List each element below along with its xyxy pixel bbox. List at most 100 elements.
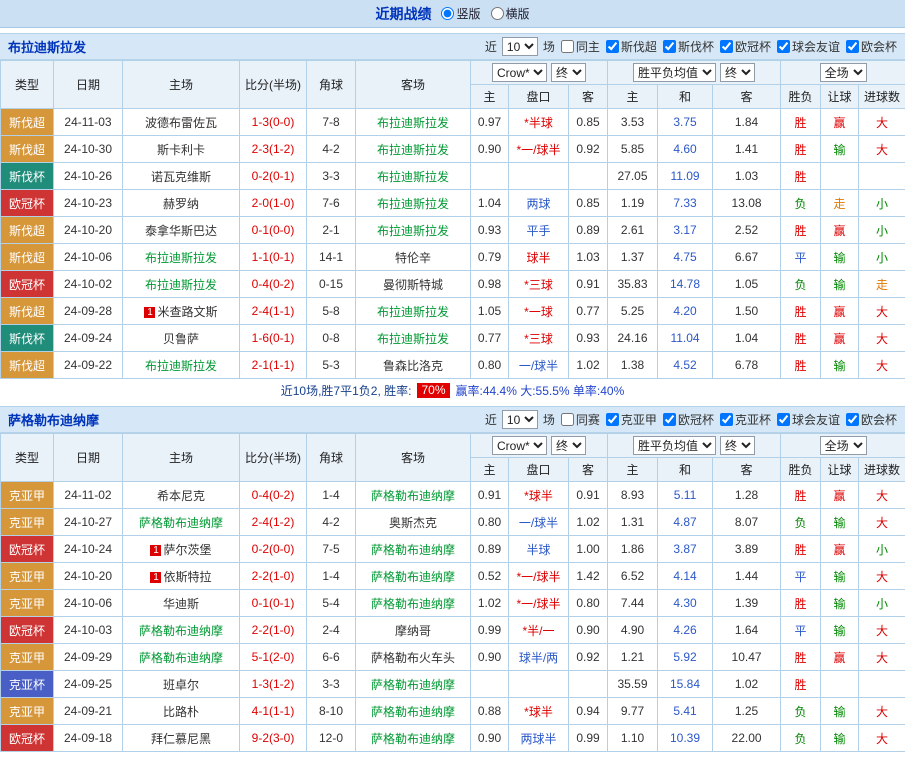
league-filter-checkbox[interactable] (777, 413, 790, 426)
match-row: 斯伐超24-10-30斯卡利卡2-3(1-2)4-2布拉迪斯拉发0.90*一/球… (1, 136, 905, 163)
layout-option-vertical[interactable]: 竖版 (441, 5, 480, 22)
ah-line: 平手 (509, 217, 569, 244)
ah-final-select[interactable]: 终 (551, 63, 586, 82)
ah-away-odds: 1.02 (569, 509, 608, 536)
scope-select[interactable]: 全场 (820, 63, 867, 82)
result-winlose: 胜 (781, 217, 821, 244)
avg-draw-odds: 4.14 (658, 563, 713, 590)
league-filter-checkbox[interactable] (606, 413, 619, 426)
league-filter[interactable]: 克亚杯 (719, 411, 771, 428)
match-score: 9-2(3-0) (240, 725, 307, 752)
result-goals (859, 163, 905, 190)
home-team: 1米查路文斯 (123, 298, 240, 325)
league-filter-checkbox[interactable] (606, 40, 619, 53)
match-date: 24-09-25 (54, 671, 123, 698)
league-filter[interactable]: 球会友谊 (776, 411, 840, 428)
ah-home-odds: 0.77 (471, 325, 509, 352)
col-header-handicap: 让球 (821, 85, 859, 109)
away-team-name: 摩纳哥 (395, 624, 431, 638)
league-filter[interactable]: 欧冠杯 (719, 38, 771, 55)
avg-draw-odds: 7.33 (658, 190, 713, 217)
avg-home-odds: 9.77 (608, 698, 658, 725)
match-row: 斯伐杯24-10-26诺瓦克维斯0-2(0-1)3-3布拉迪斯拉发27.0511… (1, 163, 905, 190)
odds-company-select[interactable]: Crow* (492, 436, 547, 455)
avg-away-odds: 1.05 (713, 271, 781, 298)
league-filter[interactable]: 克亚甲 (605, 411, 657, 428)
league-filter-checkbox[interactable] (777, 40, 790, 53)
avg-home-odds: 5.25 (608, 298, 658, 325)
ah-home-odds: 0.98 (471, 271, 509, 298)
league-filter-checkbox[interactable] (720, 40, 733, 53)
away-team: 萨格勒布迪纳摩 (356, 482, 471, 509)
away-team-name: 萨格勒布火车头 (371, 651, 455, 665)
league-filter-checkbox[interactable] (663, 40, 676, 53)
league-filter[interactable]: 欧会杯 (845, 411, 897, 428)
ah-home-odds: 0.93 (471, 217, 509, 244)
scope-group-header: 全场 (781, 434, 905, 458)
vertical-radio[interactable] (441, 7, 454, 20)
avg-draw-odds: 4.75 (658, 244, 713, 271)
league-filter-checkbox[interactable] (846, 40, 859, 53)
league-filter-checkbox[interactable] (720, 413, 733, 426)
ah-final-select[interactable]: 终 (551, 436, 586, 455)
result-winlose: 负 (781, 190, 821, 217)
league-badge: 斯伐杯 (1, 325, 54, 352)
avg-final-select[interactable]: 终 (720, 436, 755, 455)
league-filter[interactable]: 斯伐杯 (662, 38, 714, 55)
page-title: 近期战绩 (375, 4, 431, 24)
away-team-name: 特伦辛 (395, 251, 431, 265)
avg-home-odds: 27.05 (608, 163, 658, 190)
league-filter-checkbox[interactable] (663, 413, 676, 426)
ah-line: 两球 (509, 190, 569, 217)
avg-home-odds: 6.52 (608, 563, 658, 590)
avg-odds-select[interactable]: 胜平负均值 (633, 436, 716, 455)
match-count-select[interactable]: 10 (502, 410, 538, 429)
col-header-away: 客场 (356, 61, 471, 109)
col-header-avg-home: 主 (608, 85, 658, 109)
corner-count: 14-1 (307, 244, 356, 271)
league-filter[interactable]: 欧会杯 (845, 38, 897, 55)
league-filter[interactable]: 球会友谊 (776, 38, 840, 55)
layout-option-horizontal[interactable]: 横版 (491, 5, 530, 22)
ah-home-odds (471, 163, 509, 190)
league-filter-label: 球会友谊 (792, 38, 840, 55)
league-filter[interactable]: 斯伐超 (605, 38, 657, 55)
same-filter-checkbox[interactable] (561, 40, 574, 53)
league-badge: 克亚甲 (1, 482, 54, 509)
match-date: 24-10-02 (54, 271, 123, 298)
ah-away-odds: 0.92 (569, 644, 608, 671)
match-count-select[interactable]: 10 (502, 37, 538, 56)
result-handicap: 输 (821, 352, 859, 379)
match-date: 24-10-24 (54, 536, 123, 563)
result-goals: 大 (859, 325, 905, 352)
ah-away-odds: 0.77 (569, 298, 608, 325)
horizontal-radio[interactable] (491, 7, 504, 20)
match-score: 1-3(0-0) (240, 109, 307, 136)
same-filter[interactable]: 同赛 (560, 411, 600, 428)
corner-count: 7-6 (307, 190, 356, 217)
ah-home-odds: 0.52 (471, 563, 509, 590)
col-header-away: 客场 (356, 434, 471, 482)
corner-count: 8-10 (307, 698, 356, 725)
ah-home-odds: 0.80 (471, 509, 509, 536)
avg-home-odds: 1.38 (608, 352, 658, 379)
avg-away-odds: 8.07 (713, 509, 781, 536)
ah-line: 球半/两 (509, 644, 569, 671)
league-filter-label: 克亚甲 (621, 411, 657, 428)
odds-company-select[interactable]: Crow* (492, 63, 547, 82)
stats-summary: 近10场,胜7平1负2, 胜率: (281, 382, 412, 399)
avg-final-select[interactable]: 终 (720, 63, 755, 82)
corner-count: 7-8 (307, 109, 356, 136)
same-filter[interactable]: 同主 (560, 38, 600, 55)
league-badge: 克亚杯 (1, 671, 54, 698)
avg-away-odds: 1.50 (713, 298, 781, 325)
league-filter[interactable]: 欧冠杯 (662, 411, 714, 428)
match-score: 2-3(1-2) (240, 136, 307, 163)
result-goals: 小 (859, 536, 905, 563)
league-filter-checkbox[interactable] (846, 413, 859, 426)
avg-odds-select[interactable]: 胜平负均值 (633, 63, 716, 82)
same-filter-checkbox[interactable] (561, 413, 574, 426)
home-team: 1萨尔茨堡 (123, 536, 240, 563)
ah-home-odds: 1.04 (471, 190, 509, 217)
scope-select[interactable]: 全场 (820, 436, 867, 455)
